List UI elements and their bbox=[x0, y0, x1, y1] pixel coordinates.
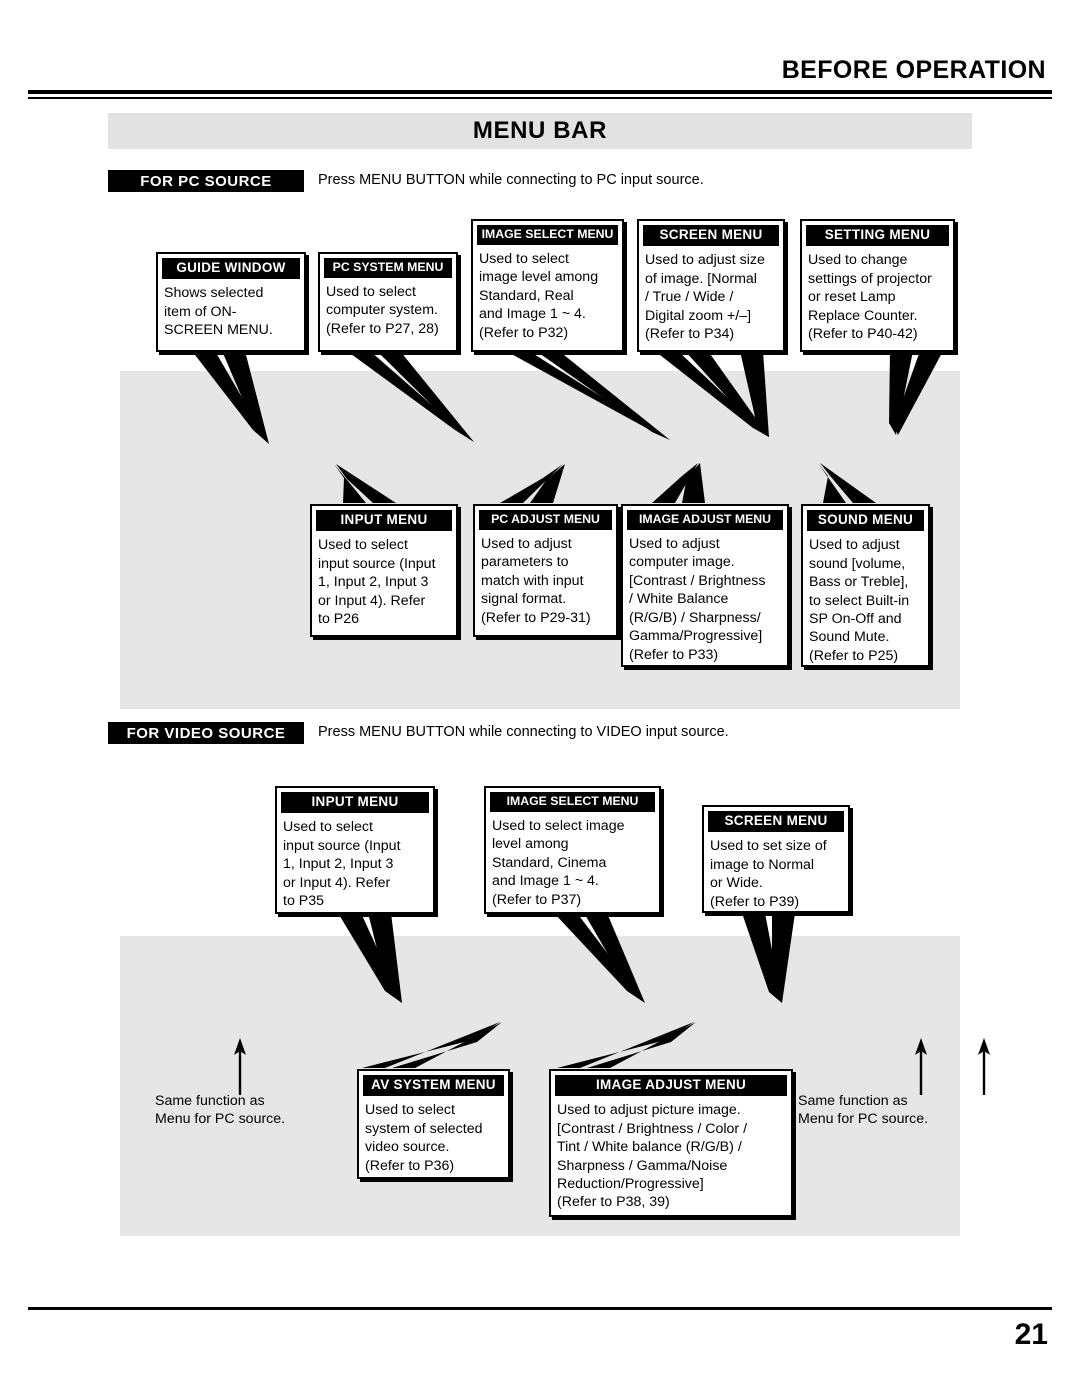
callout-guide-window[interactable]: GUIDE WINDOW Shows selected item of ON- … bbox=[156, 252, 306, 352]
callout-title: IMAGE ADJUST MENU bbox=[627, 510, 783, 530]
callout-title: SCREEN MENU bbox=[643, 225, 779, 247]
callout-pc-adjust-menu[interactable]: PC ADJUST MENU Used to adjust parameters… bbox=[473, 504, 618, 637]
callout-screen-menu-video[interactable]: SCREEN MENU Used to set size of image to… bbox=[702, 805, 850, 913]
callout-title: INPUT MENU bbox=[281, 792, 429, 814]
callout-body: Used to change settings of projector or … bbox=[808, 252, 932, 342]
callout-setting-menu[interactable]: SETTING MENU Used to change settings of … bbox=[800, 219, 955, 352]
footer-rule bbox=[28, 1307, 1052, 1310]
callout-sound-menu[interactable]: SOUND MENU Used to adjust sound [volume,… bbox=[801, 504, 930, 667]
callout-body: Used to adjust parameters to match with … bbox=[481, 535, 591, 626]
callout-body: Used to select input source (Input 1, In… bbox=[283, 819, 401, 909]
callout-body: Used to adjust picture image. [Contrast … bbox=[557, 1102, 748, 1211]
callout-image-adjust-menu-pc[interactable]: IMAGE ADJUST MENU Used to adjust compute… bbox=[621, 504, 789, 667]
note-same-function-right: Same function as Menu for PC source. bbox=[798, 1093, 929, 1128]
callout-body: Used to adjust size of image. [Normal / … bbox=[645, 252, 765, 342]
header-rule-thick bbox=[28, 90, 1052, 94]
callout-image-select-menu-pc[interactable]: IMAGE SELECT MENU Used to select image l… bbox=[471, 219, 624, 352]
callout-body: Shows selected item of ON- SCREEN MENU. bbox=[164, 285, 273, 339]
header-rule-thin bbox=[28, 97, 1052, 99]
video-source-tag: FOR VIDEO SOURCE bbox=[108, 722, 304, 744]
pc-source-tag: FOR PC SOURCE bbox=[108, 170, 304, 192]
callout-title: IMAGE SELECT MENU bbox=[477, 225, 618, 245]
callout-input-menu-pc[interactable]: INPUT MENU Used to select input source (… bbox=[310, 504, 458, 637]
callout-body: Used to select system of selected video … bbox=[365, 1102, 483, 1174]
section-banner: MENU BAR bbox=[108, 113, 972, 149]
callout-av-system-menu[interactable]: AV SYSTEM MENU Used to select system of … bbox=[357, 1069, 510, 1179]
pc-source-note: Press MENU BUTTON while connecting to PC… bbox=[318, 172, 704, 188]
callout-screen-menu-pc[interactable]: SCREEN MENU Used to adjust size of image… bbox=[637, 219, 785, 352]
page-number: 21 bbox=[1014, 1318, 1048, 1351]
running-head: BEFORE OPERATION bbox=[781, 56, 1046, 84]
callout-title: IMAGE ADJUST MENU bbox=[555, 1075, 787, 1097]
callout-body: Used to select image level among Standar… bbox=[479, 250, 599, 341]
callout-body: Used to set size of image to Normal or W… bbox=[710, 838, 827, 910]
callout-body: Used to adjust computer image. [Contrast… bbox=[629, 535, 766, 663]
callout-input-menu-video[interactable]: INPUT MENU Used to select input source (… bbox=[275, 786, 435, 914]
note-same-function-left: Same function as Menu for PC source. bbox=[155, 1093, 286, 1128]
page-title: MENU BAR bbox=[472, 117, 608, 144]
video-source-panel bbox=[120, 936, 960, 1236]
callout-pc-system-menu[interactable]: PC SYSTEM MENU Used to select computer s… bbox=[318, 252, 458, 352]
callout-body: Used to adjust sound [volume, Bass or Tr… bbox=[809, 537, 910, 664]
callout-title: PC SYSTEM MENU bbox=[324, 258, 452, 278]
callout-title: SCREEN MENU bbox=[708, 811, 844, 833]
callout-title: SETTING MENU bbox=[806, 225, 949, 247]
manual-page: BEFORE OPERATION MENU BAR FOR PC SOURCE … bbox=[0, 0, 1080, 1397]
callout-title: AV SYSTEM MENU bbox=[363, 1075, 504, 1097]
callout-title: IMAGE SELECT MENU bbox=[490, 792, 655, 812]
video-source-note: Press MENU BUTTON while connecting to VI… bbox=[318, 724, 729, 740]
callout-image-select-menu-video[interactable]: IMAGE SELECT MENU Used to select image l… bbox=[484, 786, 661, 914]
callout-title: SOUND MENU bbox=[807, 510, 924, 532]
callout-body: Used to select input source (Input 1, In… bbox=[318, 537, 436, 627]
callout-title: PC ADJUST MENU bbox=[479, 510, 612, 530]
callout-title: INPUT MENU bbox=[316, 510, 452, 532]
callout-body: Used to select image level among Standar… bbox=[492, 817, 625, 908]
callout-title: GUIDE WINDOW bbox=[162, 258, 300, 280]
callout-image-adjust-menu-video[interactable]: IMAGE ADJUST MENU Used to adjust picture… bbox=[549, 1069, 793, 1217]
callout-body: Used to select computer system. (Refer t… bbox=[326, 283, 439, 337]
